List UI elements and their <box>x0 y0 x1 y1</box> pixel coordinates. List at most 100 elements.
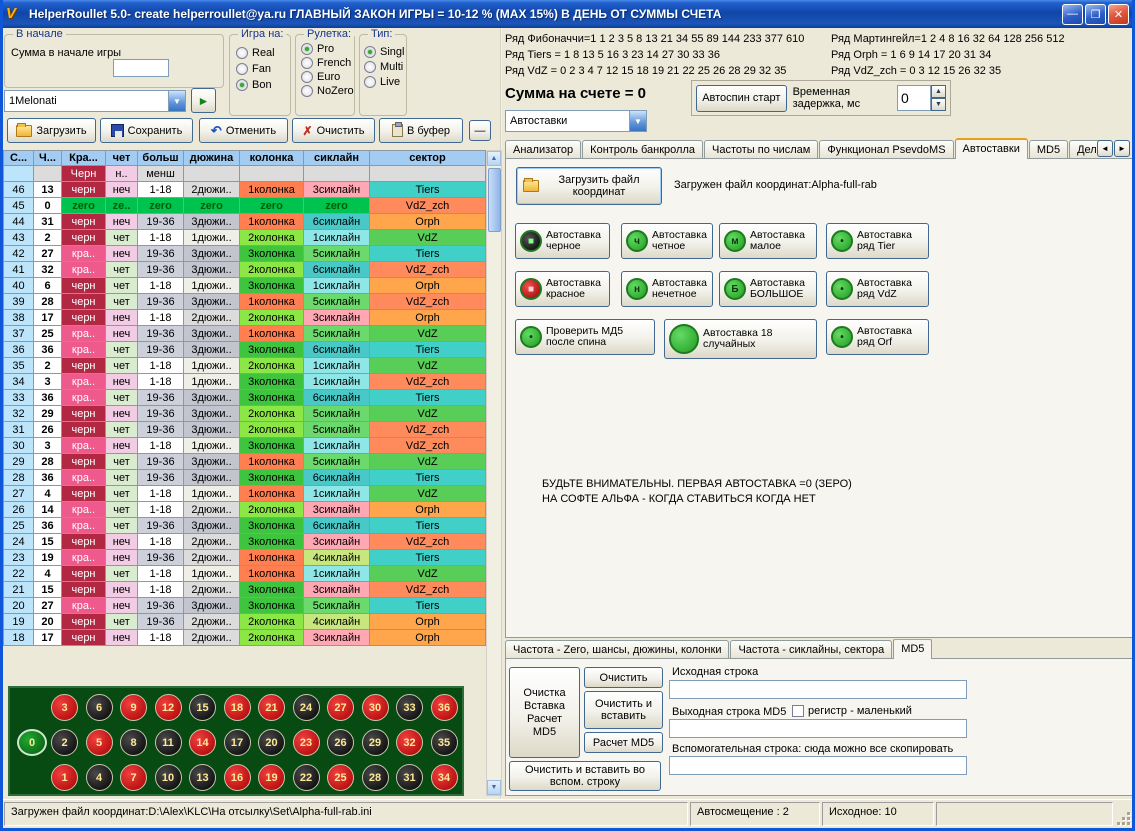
tab-4[interactable]: Автоставки <box>955 138 1028 159</box>
tab-scroll-left-icon[interactable]: ◄ <box>1097 140 1113 157</box>
md5-clear-helper-button[interactable]: Очистить и вставить во вспом. строку <box>509 761 661 791</box>
tab-1[interactable]: Контроль банкролла <box>582 140 703 159</box>
autobet-button-5[interactable]: нАвтоставка нечетное <box>621 271 713 307</box>
scroll-down-icon[interactable]: ▼ <box>487 780 501 795</box>
table-scrollbar[interactable]: ▲ ▼ <box>486 150 502 796</box>
board-number[interactable]: 11 <box>155 729 182 756</box>
spinner-down-icon[interactable]: ▼ <box>931 98 946 111</box>
board-number[interactable]: 30 <box>362 694 389 721</box>
start-sum-input[interactable] <box>113 59 169 77</box>
autobet-button-6[interactable]: БАвтоставка БОЛЬШОЕ <box>719 271 817 307</box>
board-number[interactable]: 21 <box>258 694 285 721</box>
play-button[interactable]: ► <box>191 88 216 113</box>
md5-source-input[interactable] <box>669 680 967 699</box>
radio-multi[interactable]: Multi <box>364 61 402 73</box>
radio-french[interactable]: French <box>301 57 349 69</box>
autobet-button-8[interactable]: •Проверить МД5 после спина <box>515 319 655 355</box>
register-checkbox[interactable] <box>792 705 804 717</box>
save-button[interactable]: Сохранить <box>100 118 193 143</box>
board-number[interactable]: 10 <box>155 764 182 791</box>
board-number[interactable]: 1 <box>51 764 78 791</box>
autobet-button-1[interactable]: чАвтоставка четное <box>621 223 713 259</box>
board-number[interactable]: 23 <box>293 729 320 756</box>
board-number[interactable]: 2 <box>51 729 78 756</box>
minimize-button[interactable]: — <box>1062 4 1083 25</box>
board-number[interactable]: 9 <box>120 694 147 721</box>
autobet-button-10[interactable]: •Автоставка ряд Orf <box>826 319 929 355</box>
strategy-combo[interactable]: 1Melonati ▼ <box>4 90 186 112</box>
autobet-button-9[interactable]: Автоставка 18 случайных <box>664 319 817 359</box>
radio-pro[interactable]: Pro <box>301 43 349 55</box>
md5-clear-button[interactable]: Очистить <box>584 667 663 688</box>
radio-bon[interactable]: Bon <box>236 79 284 91</box>
chevron-down-icon[interactable]: ▼ <box>168 91 185 111</box>
buffer-button[interactable]: В буфер <box>379 118 463 143</box>
autobet-button-0[interactable]: ■Автоставка черное <box>515 223 610 259</box>
board-number[interactable]: 22 <box>293 764 320 791</box>
minus-button[interactable]: — <box>469 120 491 141</box>
load-coords-button[interactable]: Загрузить файл координат <box>516 167 662 205</box>
board-number[interactable]: 34 <box>431 764 458 791</box>
tab-0[interactable]: Анализатор <box>505 140 581 159</box>
close-button[interactable]: ✕ <box>1108 4 1129 25</box>
maximize-button[interactable]: ❐ <box>1085 4 1106 25</box>
md5-output-input[interactable] <box>669 719 967 738</box>
tab-3[interactable]: Функционал PsevdoMS <box>819 140 953 159</box>
board-number[interactable]: 31 <box>396 764 423 791</box>
md5-clear-paste-button[interactable]: Очистить и вставить <box>584 691 663 729</box>
delay-spinner[interactable]: 0 ▲ ▼ <box>897 85 946 111</box>
board-number[interactable]: 12 <box>155 694 182 721</box>
board-number[interactable]: 17 <box>224 729 251 756</box>
tab-scroll-right-icon[interactable]: ► <box>1114 140 1130 157</box>
board-number[interactable]: 4 <box>86 764 113 791</box>
board-zero[interactable]: 0 <box>17 729 47 756</box>
radio-fan[interactable]: Fan <box>236 63 284 75</box>
board-number[interactable]: 27 <box>327 694 354 721</box>
board-number[interactable]: 28 <box>362 764 389 791</box>
delay-value[interactable]: 0 <box>897 85 931 111</box>
autobet-button-3[interactable]: •Автоставка ряд Tier <box>826 223 929 259</box>
scroll-up-icon[interactable]: ▲ <box>487 151 501 166</box>
autobet-button-7[interactable]: •Автоставка ряд VdZ <box>826 271 929 307</box>
board-number[interactable]: 25 <box>327 764 354 791</box>
md5-calc-button[interactable]: Расчет MD5 <box>584 732 663 753</box>
autobet-button-2[interactable]: мАвтоставка малое <box>719 223 817 259</box>
radio-real[interactable]: Real <box>236 47 284 59</box>
spinner-up-icon[interactable]: ▲ <box>931 85 946 98</box>
radio-nozero[interactable]: NoZero <box>301 85 349 97</box>
autobets-combo[interactable]: Автоставки ▼ <box>505 110 647 132</box>
board-number[interactable]: 26 <box>327 729 354 756</box>
load-button[interactable]: Загрузить <box>7 118 96 143</box>
board-number[interactable]: 7 <box>120 764 147 791</box>
tab-5[interactable]: MD5 <box>1029 140 1068 159</box>
board-number[interactable]: 16 <box>224 764 251 791</box>
radio-live[interactable]: Live <box>364 76 402 88</box>
md5-helper-input[interactable] <box>669 756 967 775</box>
resize-grip[interactable] <box>1115 802 1131 826</box>
board-number[interactable]: 35 <box>431 729 458 756</box>
board-number[interactable]: 29 <box>362 729 389 756</box>
radio-singl[interactable]: Singl <box>364 46 402 58</box>
board-number[interactable]: 18 <box>224 694 251 721</box>
board-number[interactable]: 20 <box>258 729 285 756</box>
board-number[interactable]: 6 <box>86 694 113 721</box>
board-number[interactable]: 36 <box>431 694 458 721</box>
board-number[interactable]: 14 <box>189 729 216 756</box>
board-number[interactable]: 5 <box>86 729 113 756</box>
autobet-button-4[interactable]: ■Автоставка красное <box>515 271 610 307</box>
autospin-start-button[interactable]: Автоспин старт <box>696 85 787 112</box>
tab-2[interactable]: Частоты по числам <box>704 140 818 159</box>
undo-button[interactable]: ↶Отменить <box>199 118 288 143</box>
board-number[interactable]: 32 <box>396 729 423 756</box>
board-number[interactable]: 33 <box>396 694 423 721</box>
freq-tab-0[interactable]: Частота - Zero, шансы, дюжины, колонки <box>505 640 729 659</box>
board-number[interactable]: 3 <box>51 694 78 721</box>
chevron-down-icon[interactable]: ▼ <box>629 111 646 131</box>
radio-euro[interactable]: Euro <box>301 71 349 83</box>
board-number[interactable]: 19 <box>258 764 285 791</box>
freq-tab-2[interactable]: MD5 <box>893 639 932 659</box>
board-number[interactable]: 24 <box>293 694 320 721</box>
md5-big-button[interactable]: Очистка Вставка Расчет MD5 <box>509 667 580 758</box>
clear-button[interactable]: ✗Очистить <box>292 118 375 143</box>
board-number[interactable]: 8 <box>120 729 147 756</box>
